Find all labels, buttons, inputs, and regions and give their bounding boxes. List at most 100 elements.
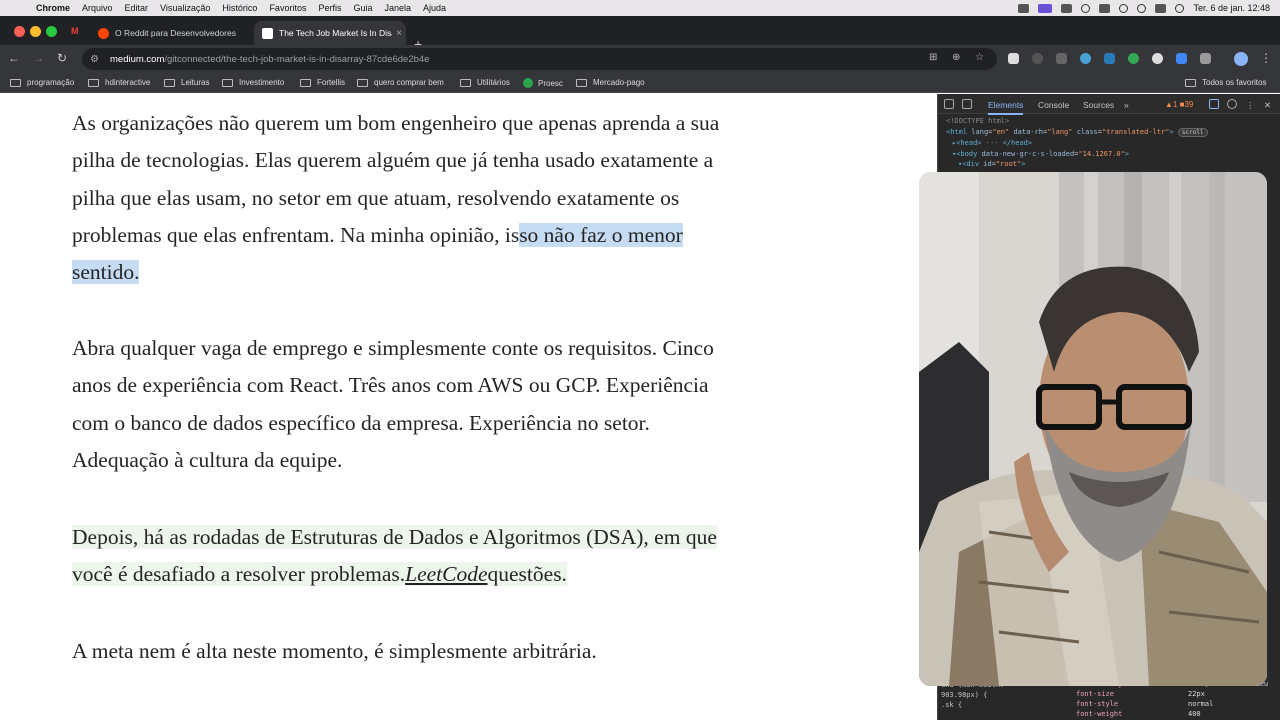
bookmark-utilitarios[interactable]: Utilitários: [460, 78, 510, 87]
siri-icon[interactable]: [1175, 3, 1185, 13]
css-value[interactable]: normal: [1188, 699, 1213, 709]
reddit-favicon-icon: [98, 27, 109, 39]
bookmark-proesc[interactable]: Proesc: [523, 78, 563, 88]
more-tabs-icon[interactable]: »: [1124, 100, 1129, 110]
status-app-icon[interactable]: [1018, 3, 1030, 13]
paragraph-line: com o banco de dados específico da empre…: [72, 410, 650, 435]
menu-app-name[interactable]: Chrome: [36, 3, 70, 13]
chrome-menu-icon[interactable]: ⋮: [1258, 51, 1274, 65]
paragraph-line: Adequação à cultura da equipe.: [72, 447, 343, 472]
bookmark-label: quero comprar bem: [374, 78, 444, 87]
dom-line[interactable]: ▾<div id="root">: [946, 159, 1208, 170]
screen-record-icon[interactable]: [1038, 3, 1053, 13]
paragraph-line: A meta nem é alta neste momento, é simpl…: [72, 639, 597, 663]
devtools-settings-icon[interactable]: [1227, 99, 1237, 109]
css-property[interactable]: font-weight: [1076, 709, 1122, 719]
css-property[interactable]: font-style: [1076, 699, 1118, 709]
url-path: /gitconnected/the-tech-job-market-is-in-…: [164, 53, 430, 65]
close-devtools-icon[interactable]: ✕: [1264, 100, 1271, 111]
paragraph-line: Depois, há as rodadas de Estruturas de D…: [72, 519, 717, 556]
close-window-button[interactable]: [14, 26, 25, 37]
control-center-icon[interactable]: [1155, 3, 1167, 13]
medium-favicon-icon: [262, 27, 273, 39]
menubar-clock[interactable]: Ter. 6 de jan. 12:48: [1193, 3, 1270, 13]
site-info-icon[interactable]: ⚙: [90, 54, 102, 65]
extension-icon[interactable]: [1080, 53, 1091, 64]
extension-icon[interactable]: [1104, 53, 1115, 64]
bookmark-leituras[interactable]: Leituras: [164, 78, 209, 87]
bookmark-label: programação: [27, 78, 75, 87]
menu-editar[interactable]: Editar: [125, 3, 149, 13]
bookmark-label: hdinteractive: [105, 78, 151, 87]
bookmark-fortellis[interactable]: Fortellis: [300, 78, 345, 87]
article-paragraph: Abra qualquer vaga de emprego e simplesm…: [72, 330, 714, 479]
status-app-icon[interactable]: [1061, 3, 1073, 13]
text-run: questões.: [487, 562, 567, 587]
webcam-overlay: [919, 172, 1267, 686]
zoom-icon[interactable]: ⊕: [952, 52, 960, 63]
devtools-menu-icon[interactable]: ⋮: [1246, 100, 1255, 111]
devtools-tab-bar: Elements Console Sources » ▲1 ■39 ⋮ ✕: [938, 94, 1280, 115]
menu-favoritos[interactable]: Favoritos: [269, 3, 306, 13]
close-tab-icon[interactable]: ×: [392, 28, 406, 39]
css-value[interactable]: 400: [1188, 709, 1201, 719]
gmail-pinned-tab-icon[interactable]: M: [71, 26, 79, 36]
inspect-element-icon[interactable]: [944, 99, 954, 109]
tab-reddit[interactable]: O Reddit para Desenvolvedores: [90, 21, 254, 45]
wifi-icon[interactable]: [1119, 3, 1129, 13]
extension-icon[interactable]: [1152, 53, 1163, 64]
paragraph-line: As organizações não querem um bom engenh…: [72, 111, 720, 135]
dom-line[interactable]: ▾<body data-new-gr-c-s-loaded="14.1267.0…: [946, 149, 1208, 160]
extension-icon[interactable]: [1008, 53, 1019, 64]
extensions-puzzle-icon[interactable]: [1200, 53, 1211, 64]
menu-janela[interactable]: Janela: [384, 3, 411, 13]
tab-sources[interactable]: Sources: [1083, 100, 1114, 110]
dom-line[interactable]: ▸<head> ··· </head>: [946, 138, 1208, 149]
css-selector[interactable]: .sk {: [941, 700, 962, 710]
menu-arquivo[interactable]: Arquivo: [82, 3, 113, 13]
grammarly-extension-icon[interactable]: [1128, 53, 1139, 64]
css-value[interactable]: 22px: [1188, 689, 1205, 699]
css-property[interactable]: font-size: [1076, 689, 1114, 699]
translate-icon[interactable]: ⊞: [929, 52, 937, 63]
extension-icon[interactable]: [1176, 53, 1187, 64]
minimize-window-button[interactable]: [30, 26, 41, 37]
device-toolbar-icon[interactable]: [962, 99, 972, 109]
bookmark-investimento[interactable]: Investimento: [222, 78, 284, 87]
leetcode-link[interactable]: LeetCode: [405, 562, 487, 586]
text-run: você é desafiado a resolver problemas.: [72, 562, 406, 587]
tab-console[interactable]: Console: [1038, 100, 1069, 110]
issues-counter[interactable]: ▲1 ■39: [1165, 100, 1193, 109]
reload-icon[interactable]: ↻: [54, 51, 70, 65]
ai-assist-icon[interactable]: [1209, 99, 1219, 109]
dom-line[interactable]: <html lang="en" data-rh="lang" class="tr…: [946, 127, 1208, 139]
back-arrow-icon[interactable]: ←: [6, 51, 22, 65]
dom-line[interactable]: <!DOCTYPE html>: [946, 116, 1208, 127]
bookmark-programacao[interactable]: programação: [10, 78, 74, 87]
extension-icon[interactable]: [1032, 53, 1043, 64]
bluetooth-icon[interactable]: [1081, 3, 1091, 13]
menu-ajuda[interactable]: Ajuda: [423, 3, 446, 13]
spotlight-search-icon[interactable]: [1137, 3, 1147, 13]
folder-icon: [10, 78, 21, 87]
menu-visualizacao[interactable]: Visualização: [160, 3, 210, 13]
menu-perfis[interactable]: Perfis: [318, 3, 341, 13]
bookmark-hdinteractive[interactable]: hdinteractive: [88, 78, 150, 87]
zoom-window-button[interactable]: [46, 26, 57, 37]
tab-elements[interactable]: Elements: [988, 100, 1024, 115]
bookmark-mercado-pago[interactable]: Mercado-pago: [576, 78, 645, 87]
tab-medium-article[interactable]: The Tech Job Market Is In Disarray ×: [254, 21, 406, 45]
tab-title: The Tech Job Market Is In Disarray: [279, 28, 392, 38]
menu-historico[interactable]: Histórico: [222, 3, 257, 13]
address-bar[interactable]: ⚙ medium.com/gitconnected/the-tech-job-m…: [82, 48, 997, 70]
battery-icon[interactable]: [1099, 3, 1111, 13]
scroll-badge[interactable]: scroll: [1177, 127, 1208, 137]
profile-avatar[interactable]: [1234, 52, 1248, 66]
bookmark-quero-comprar-bem[interactable]: quero comprar bem: [357, 78, 444, 87]
bookmark-star-icon[interactable]: ☆: [975, 52, 984, 63]
forward-arrow-icon[interactable]: →: [30, 51, 46, 65]
bookmark-all-bookmarks[interactable]: Todos os favoritos: [1185, 78, 1266, 87]
extension-icon[interactable]: [1056, 53, 1067, 64]
tab-title: O Reddit para Desenvolvedores: [115, 28, 236, 38]
menu-guia[interactable]: Guia: [353, 3, 372, 13]
